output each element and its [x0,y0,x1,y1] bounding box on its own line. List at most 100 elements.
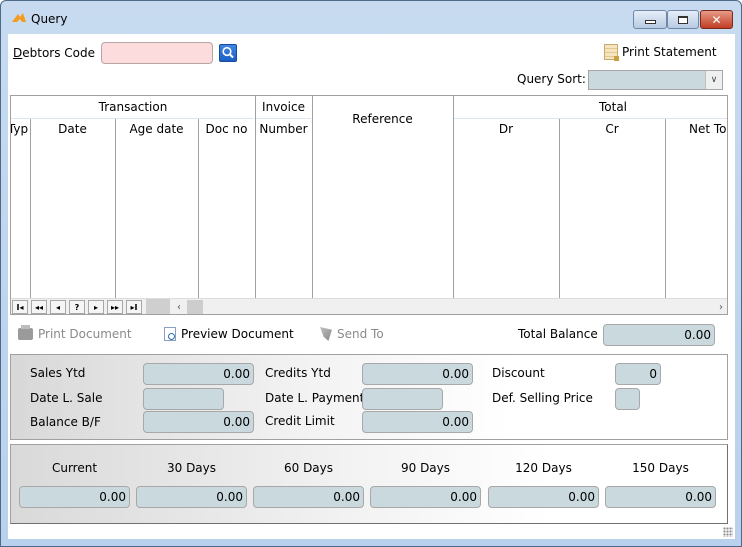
aging-field-5: 0.00 [605,486,716,508]
prev-page-button[interactable]: ◂◂ [31,300,47,314]
column-header-cr[interactable]: Cr [559,122,665,136]
chevron-right-icon: › [719,301,723,313]
date-last-payment-field [362,388,443,410]
column-header-age-date[interactable]: Age date [115,122,198,136]
aging-field-1: 0.00 [136,486,247,508]
grid-navigation-bar: I◂ ◂◂ ◂ ? ▸ ▸▸ ▸I ‹ › [11,298,727,314]
column-divider [198,118,199,300]
aging-field-2: 0.00 [253,486,364,508]
column-header-date[interactable]: Date [30,122,115,136]
print-statement-button[interactable]: Print Statement [604,44,717,61]
last-record-icon: ▸I [130,302,138,312]
minimize-icon [644,20,656,24]
search-debtor-button[interactable] [219,44,237,62]
column-divider [665,118,666,300]
next-page-button[interactable]: ▸▸ [107,300,123,314]
last-record-button[interactable]: ▸I [126,300,142,314]
send-to-label: Send To [337,327,384,341]
column-header-net-total[interactable]: Net To [689,122,727,136]
print-statement-label: Print Statement [622,45,717,59]
aging-label-1: 30 Days [166,461,217,475]
query-window: Query ✕ Debtors Code Print Statement Que… [0,0,742,547]
sales-ytd-label: Sales Ytd [30,366,86,380]
question-icon: ? [74,302,80,312]
print-document-button[interactable]: Print Document [18,325,132,341]
window-title: Query [31,12,68,26]
sales-ytd-field: 0.00 [143,363,254,385]
next-page-icon: ▸▸ [110,302,120,312]
nav-spacer [146,299,170,314]
kangaroo-logo-icon [12,13,26,22]
def-selling-price-field [615,388,640,410]
first-record-icon: I◂ [16,302,24,312]
print-document-label: Print Document [38,327,132,341]
aging-label-4: 120 Days [515,461,572,475]
chevron-left-icon: ‹ [177,301,181,313]
maximize-icon [678,15,688,24]
column-divider [312,96,313,300]
prev-record-icon: ◂ [55,302,60,312]
balance-bf-label: Balance B/F [30,415,101,429]
chevron-down-icon[interactable]: ∨ [705,71,722,89]
credits-ytd-label: Credits Ytd [265,366,331,380]
column-header-dr[interactable]: Dr [453,122,559,136]
discount-field: 0 [615,363,661,385]
column-header-type[interactable]: Typ [11,122,31,136]
credit-limit-field: 0.00 [362,411,473,433]
preview-document-label: Preview Document [181,327,294,341]
first-record-button[interactable]: I◂ [12,300,28,314]
maximize-button[interactable] [667,10,699,29]
column-header-doc-no[interactable]: Doc no [198,122,255,136]
column-divider [30,118,31,300]
column-header-reference[interactable]: Reference [312,112,453,126]
prev-record-button[interactable]: ◂ [50,300,66,314]
query-sort-select[interactable]: ∨ [588,70,723,90]
title-bar[interactable]: Query ✕ [1,1,741,34]
aging-field-3: 0.00 [370,486,481,508]
group-header-total: Total [598,100,628,114]
balance-bf-field: 0.00 [143,411,254,433]
aging-label-5: 150 Days [632,461,689,475]
column-divider [115,118,116,300]
send-to-button[interactable]: Send To [320,327,384,341]
scroll-left-button[interactable]: ‹ [171,299,187,314]
query-form: Debtors Code Print Statement Query Sort:… [8,34,735,539]
column-divider [559,118,560,300]
printer-icon [18,325,33,340]
preview-document-button[interactable]: Preview Document [164,327,294,341]
query-sort-label: Query Sort: [517,72,586,86]
resize-grip[interactable] [723,527,733,537]
credit-limit-label: Credit Limit [265,414,335,428]
debtors-code-input[interactable] [101,42,213,64]
statement-icon [604,44,619,61]
total-balance-label: Total Balance [518,327,598,341]
prev-page-icon: ◂◂ [34,302,44,312]
def-selling-price-label: Def. Selling Price [492,391,593,405]
scroll-right-button[interactable]: › [713,299,727,314]
aging-label-0: Current [51,461,98,475]
date-last-payment-label: Date L. Payment [265,391,365,405]
close-button[interactable]: ✕ [700,10,733,29]
next-record-button[interactable]: ▸ [88,300,104,314]
aging-panel [10,444,728,524]
aging-label-2: 60 Days [283,461,334,475]
next-record-icon: ▸ [93,302,98,312]
date-last-sale-field [143,388,224,410]
date-last-sale-label: Date L. Sale [30,391,103,405]
transactions-grid[interactable]: Transaction Invoice Total Typ Date Age d… [10,95,728,315]
send-to-icon [320,327,332,341]
debtors-code-label-text: ebtors Code [22,46,96,60]
column-header-invoice-number[interactable]: Number [255,122,312,136]
total-balance-field: 0.00 [603,324,715,346]
minimize-button[interactable] [633,10,667,29]
aging-label-3: 90 Days [400,461,451,475]
aging-field-4: 0.00 [488,486,599,508]
group-underline [454,118,727,119]
debtors-code-label: Debtors Code [13,46,96,60]
find-record-button[interactable]: ? [69,300,85,314]
magnifier-icon [222,46,234,59]
group-header-invoice: Invoice [262,100,305,114]
group-underline [11,118,254,119]
discount-label: Discount [492,366,545,380]
horizontal-scrollbar-thumb[interactable] [187,300,203,314]
